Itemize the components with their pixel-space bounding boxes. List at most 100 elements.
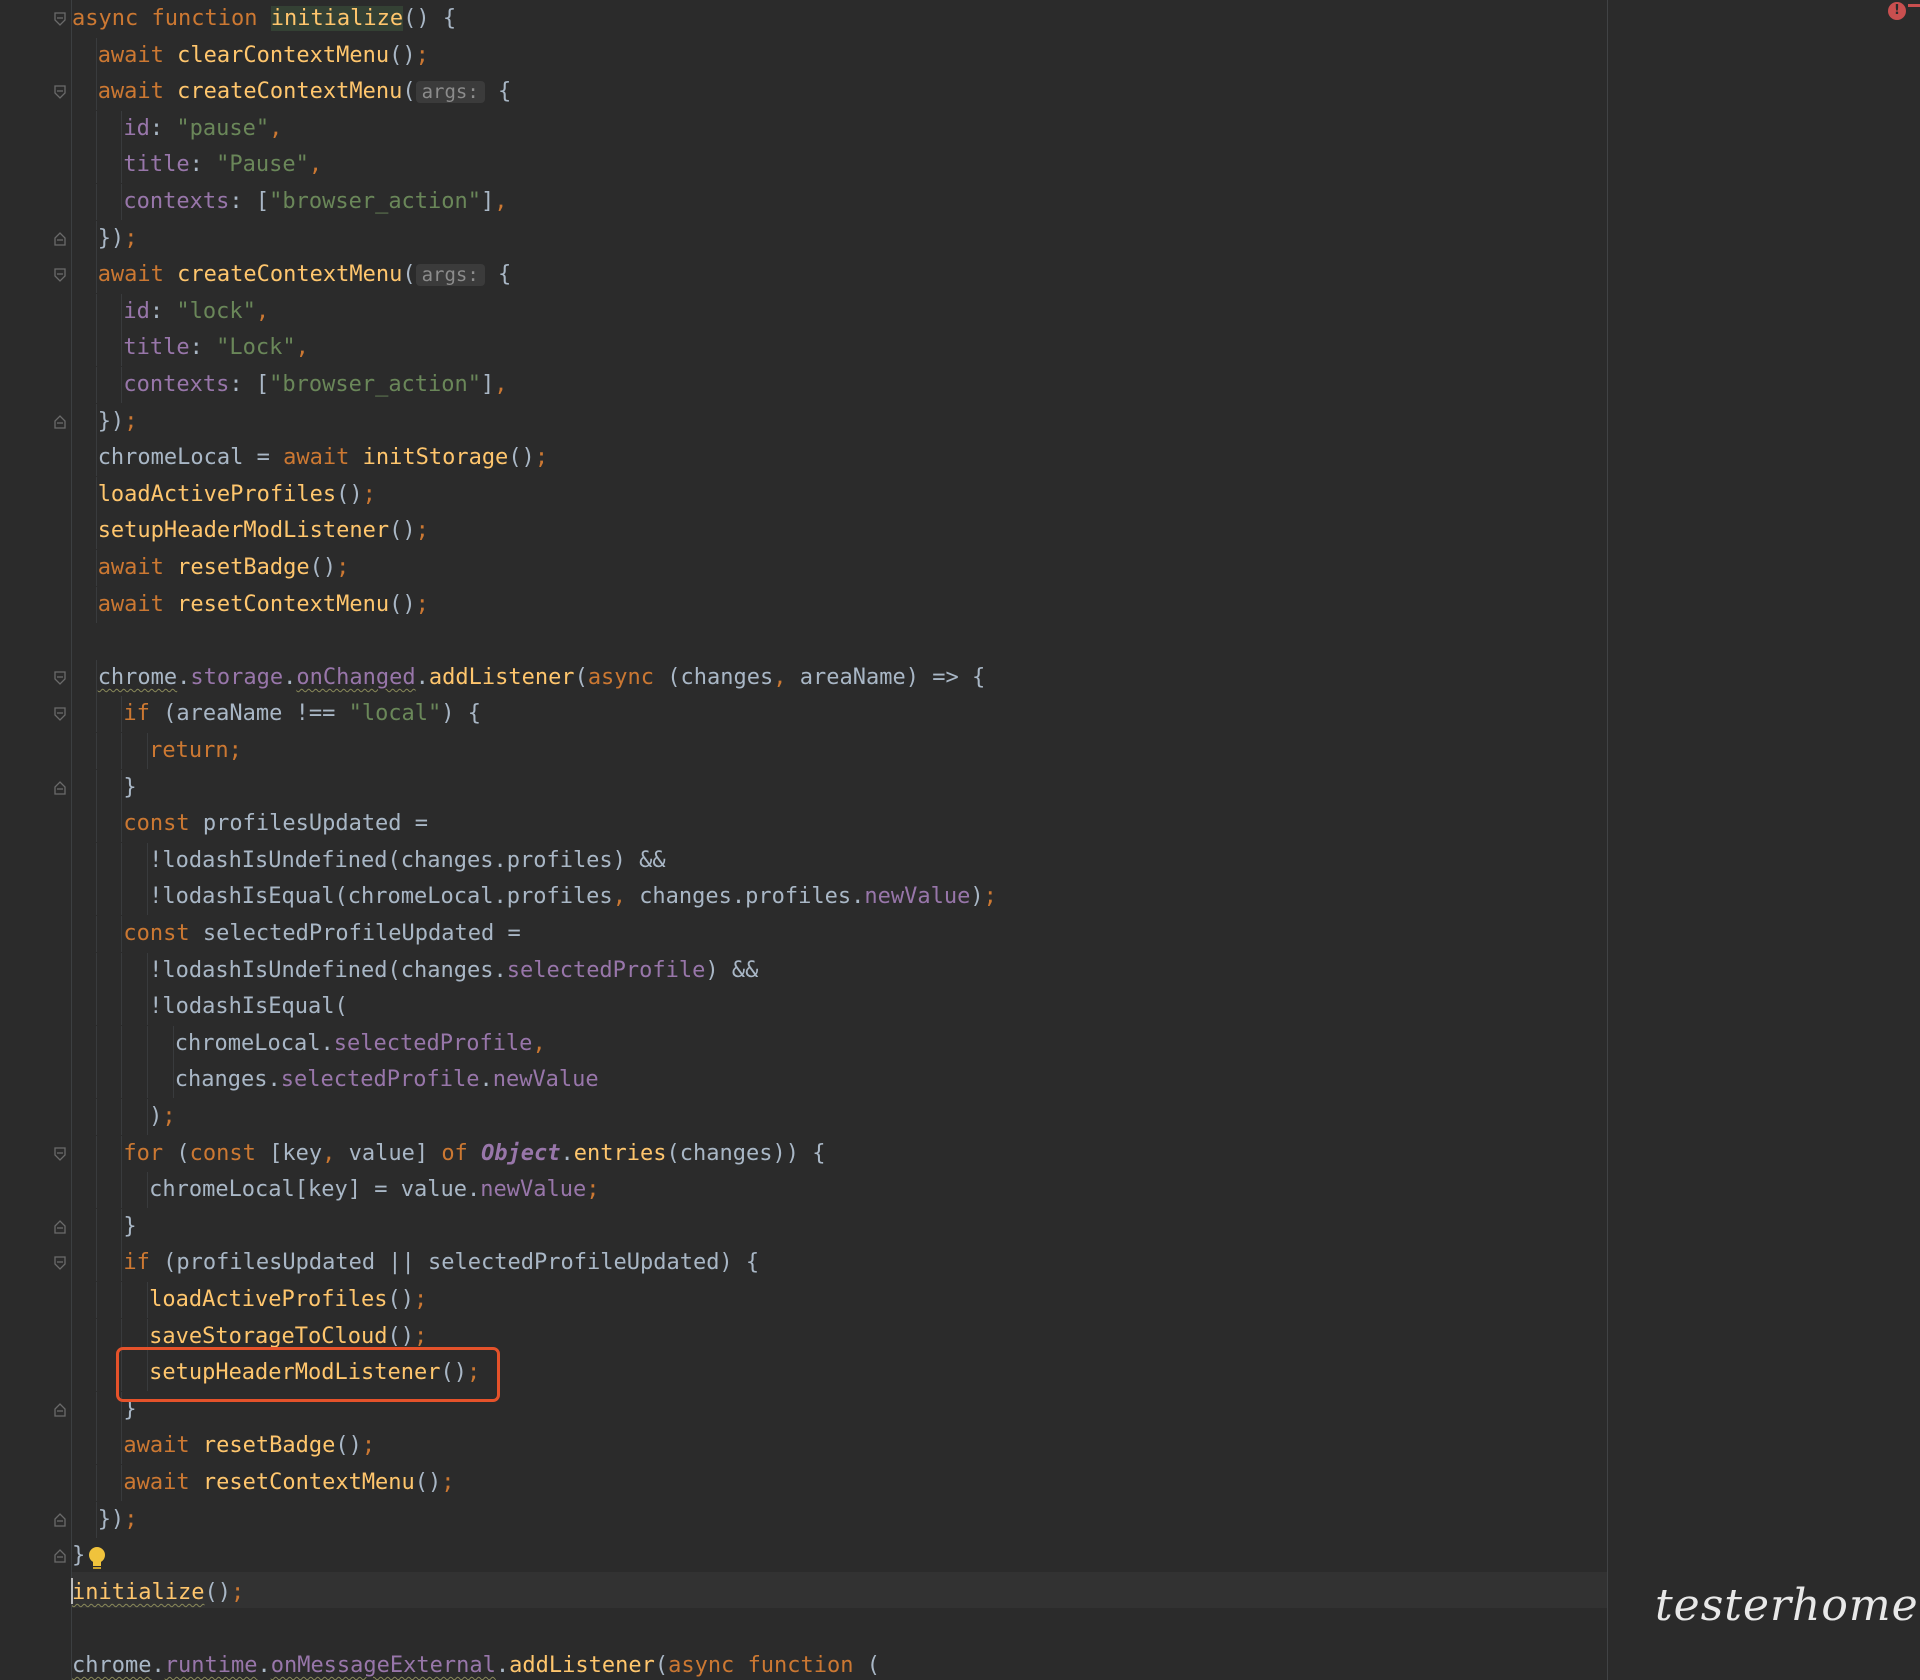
code-line[interactable]: const selectedProfileUpdated = xyxy=(123,916,520,952)
code-token: , xyxy=(295,335,309,361)
code-token: . xyxy=(151,1653,165,1678)
code-token: "lock" xyxy=(176,298,256,324)
code-line[interactable]: contexts: ["browser_action"], xyxy=(123,367,507,403)
code-line[interactable]: await resetBadge(); xyxy=(123,1428,375,1464)
code-token: newValue xyxy=(480,1177,587,1203)
code-line[interactable]: const profilesUpdated = xyxy=(123,806,428,842)
code-token: initStorage xyxy=(362,445,509,471)
indent-guide xyxy=(121,842,123,879)
code-token: "Lock" xyxy=(216,335,296,361)
code-line[interactable]: async function initialize() { xyxy=(72,1,456,37)
fold-close-icon[interactable] xyxy=(54,780,66,795)
code-line[interactable]: initialize(); xyxy=(72,1575,244,1611)
code-line[interactable]: } xyxy=(123,1209,136,1245)
code-line[interactable]: }); xyxy=(98,404,138,440)
code-line[interactable]: loadActiveProfiles(); xyxy=(149,1282,427,1318)
indent-guide xyxy=(95,367,97,403)
code-token: ; xyxy=(534,445,549,471)
code-line[interactable]: if (profilesUpdated || selectedProfileUp… xyxy=(123,1245,759,1281)
fold-close-icon[interactable] xyxy=(54,1549,66,1563)
code-token: ; xyxy=(983,884,997,910)
error-stripe-mark[interactable] xyxy=(1908,4,1920,7)
code-line[interactable]: chrome.storage.onChanged.addListener(asy… xyxy=(98,660,986,696)
code-line[interactable]: id: "lock", xyxy=(123,294,269,330)
code-token: resetBadge xyxy=(177,555,310,580)
fold-open-icon[interactable] xyxy=(54,85,66,100)
code-token: contexts xyxy=(123,372,230,397)
code-line[interactable]: loadActiveProfiles(); xyxy=(98,477,376,513)
indent-guide xyxy=(121,769,123,806)
fold-close-icon[interactable] xyxy=(54,1219,66,1234)
code-token: ) { xyxy=(441,701,482,727)
code-line[interactable]: ); xyxy=(149,1099,176,1135)
fold-close-icon[interactable] xyxy=(54,1402,66,1417)
code-token: , xyxy=(532,1030,546,1056)
code-token: ; xyxy=(228,738,242,763)
code-line[interactable]: chromeLocal.selectedProfile, xyxy=(175,1026,546,1062)
code-editor[interactable]: async function initialize() {await clear… xyxy=(0,0,1920,1680)
indent-guide xyxy=(95,330,97,367)
fold-close-icon[interactable] xyxy=(54,414,66,429)
indent-guide xyxy=(121,147,123,184)
code-token: : [ xyxy=(229,372,270,397)
code-token: "local" xyxy=(348,701,442,727)
indent-guide xyxy=(121,1135,123,1172)
fold-open-icon[interactable] xyxy=(54,268,66,283)
code-line[interactable]: await clearContextMenu(); xyxy=(98,38,429,74)
lightbulb-icon[interactable] xyxy=(86,1545,108,1571)
code-line[interactable]: }); xyxy=(98,1502,138,1538)
code-line[interactable]: chrome.runtime.onMessageExternal.addList… xyxy=(72,1648,880,1680)
code-line[interactable]: }); xyxy=(98,221,138,257)
code-line[interactable]: setupHeaderModListener(); xyxy=(98,513,429,549)
code-token: resetContextMenu xyxy=(177,591,390,617)
fold-open-icon[interactable] xyxy=(54,1256,66,1271)
code-line[interactable]: await resetBadge(); xyxy=(98,550,350,586)
code-token: { xyxy=(484,262,512,288)
code-line[interactable]: await resetContextMenu(); xyxy=(123,1465,454,1501)
indent-guide xyxy=(95,1135,97,1172)
code-line[interactable]: changes.selectedProfile.newValue xyxy=(175,1062,599,1098)
code-line[interactable]: title: "Lock", xyxy=(123,330,308,366)
code-line[interactable]: !lodashIsEqual(chromeLocal.profiles, cha… xyxy=(149,879,997,915)
fold-close-icon[interactable] xyxy=(54,1512,66,1527)
code-line[interactable]: chromeLocal[key] = value.newValue; xyxy=(149,1172,599,1208)
code-line[interactable]: !lodashIsEqual( xyxy=(149,989,348,1025)
indent-guide xyxy=(121,1208,123,1245)
code-token: ; xyxy=(414,1323,428,1349)
code-token: return xyxy=(149,738,229,763)
code-line[interactable]: id: "pause", xyxy=(123,111,282,147)
code-token: . xyxy=(560,1140,574,1166)
code-line[interactable]: title: "Pause", xyxy=(123,147,322,183)
error-indicator-icon[interactable]: ! xyxy=(1888,2,1906,20)
fold-open-icon[interactable] xyxy=(54,12,66,26)
indent-guide xyxy=(95,550,97,586)
code-line[interactable]: await createContextMenu(args: { xyxy=(98,257,512,293)
code-line[interactable]: if (areaName !== "local") { xyxy=(123,696,481,732)
indent-guide xyxy=(121,989,123,1026)
code-line[interactable]: } xyxy=(72,1538,85,1574)
fold-open-icon[interactable] xyxy=(54,1146,66,1161)
fold-close-icon[interactable] xyxy=(54,231,66,246)
code-token: ; xyxy=(415,42,429,68)
fold-open-icon[interactable] xyxy=(54,671,66,685)
code-token: ; xyxy=(415,518,429,544)
code-line[interactable]: return; xyxy=(149,733,242,769)
indent-guide xyxy=(95,989,97,1026)
code-token: await xyxy=(97,42,178,68)
code-line[interactable]: !lodashIsUndefined(changes.selectedProfi… xyxy=(149,953,758,989)
code-line[interactable]: for (const [key, value] of Object.entrie… xyxy=(123,1136,825,1172)
code-line[interactable]: !lodashIsUndefined(changes.profiles) && xyxy=(149,843,666,879)
code-line[interactable]: } xyxy=(123,770,136,806)
code-line[interactable]: await createContextMenu(args: { xyxy=(98,74,512,110)
code-token: (changes xyxy=(667,664,774,690)
code-token: addListener xyxy=(428,664,575,690)
code-line[interactable]: await resetContextMenu(); xyxy=(98,587,429,623)
code-line[interactable]: contexts: ["browser_action"], xyxy=(123,184,507,220)
code-token: await xyxy=(123,1433,203,1459)
code-line[interactable]: chromeLocal = await initStorage(); xyxy=(98,440,548,476)
fold-open-icon[interactable] xyxy=(54,707,66,722)
editor-gutter[interactable] xyxy=(0,0,71,1680)
indent-guide xyxy=(95,220,97,257)
code-token: await xyxy=(123,1470,203,1495)
code-token: ; xyxy=(361,1433,376,1459)
